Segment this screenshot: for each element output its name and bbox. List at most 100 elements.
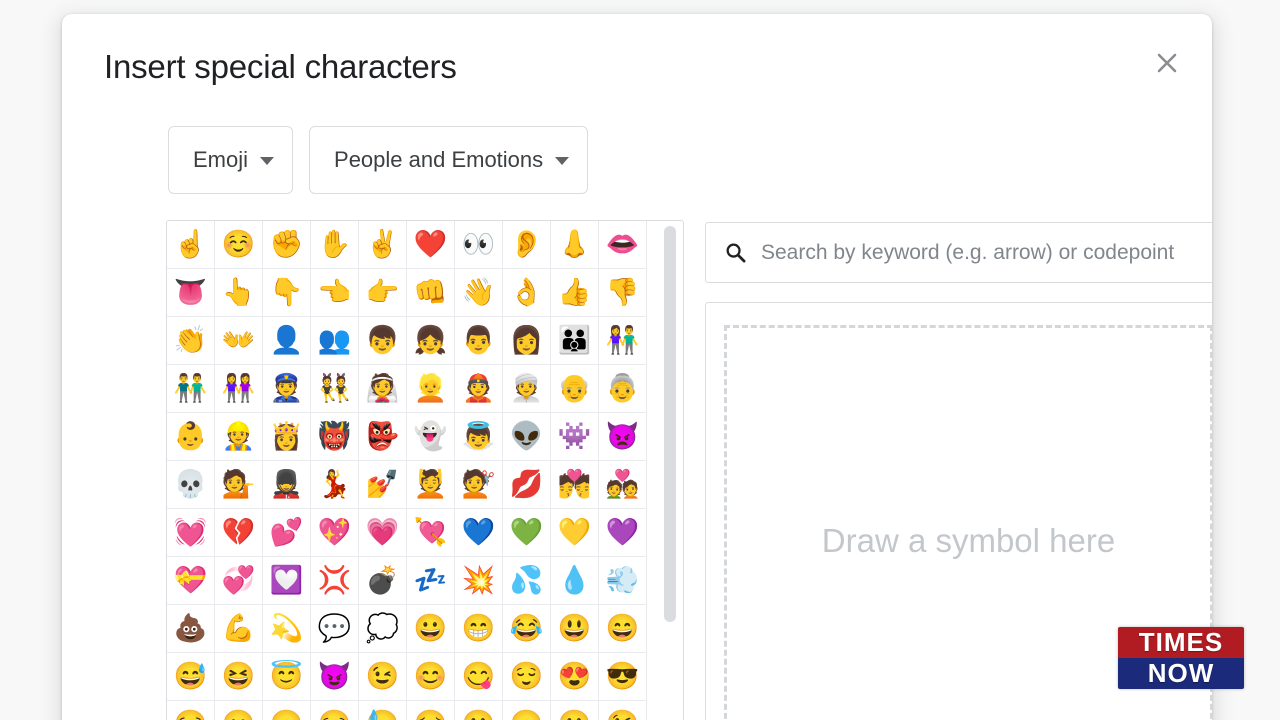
- emoji-cell[interactable]: 👅: [167, 269, 215, 317]
- emoji-cell[interactable]: 👸: [263, 413, 311, 461]
- emoji-cell[interactable]: 👻: [407, 413, 455, 461]
- emoji-cell[interactable]: 💜: [599, 509, 647, 557]
- emoji-cell[interactable]: 💔: [215, 509, 263, 557]
- emoji-cell[interactable]: 👬: [167, 365, 215, 413]
- emoji-cell[interactable]: 😐: [215, 701, 263, 720]
- emoji-cell[interactable]: 😊: [407, 653, 455, 701]
- emoji-cell[interactable]: 👇: [263, 269, 311, 317]
- emoji-cell[interactable]: 💞: [215, 557, 263, 605]
- emoji-cell[interactable]: 💘: [407, 509, 455, 557]
- emoji-cell[interactable]: 👎: [599, 269, 647, 317]
- emoji-cell[interactable]: 😒: [311, 701, 359, 720]
- emoji-cell[interactable]: 👿: [599, 413, 647, 461]
- emoji-cell[interactable]: 😅: [167, 653, 215, 701]
- emoji-cell[interactable]: 😀: [407, 605, 455, 653]
- emoji-cell[interactable]: 😁: [455, 605, 503, 653]
- emoji-cell[interactable]: 💆: [407, 461, 455, 509]
- search-box[interactable]: [705, 222, 1212, 283]
- emoji-cell[interactable]: 💑: [599, 461, 647, 509]
- emoji-cell[interactable]: ✌️: [359, 221, 407, 269]
- search-input[interactable]: [761, 223, 1212, 282]
- emoji-cell[interactable]: 😔: [407, 701, 455, 720]
- emoji-cell[interactable]: 💇: [455, 461, 503, 509]
- emoji-cell[interactable]: 💀: [167, 461, 215, 509]
- emoji-cell[interactable]: 😗: [551, 701, 599, 720]
- emoji-cell[interactable]: 😈: [311, 653, 359, 701]
- emoji-cell[interactable]: 💏: [551, 461, 599, 509]
- emoji-cell[interactable]: 💥: [455, 557, 503, 605]
- emoji-cell[interactable]: 👽: [503, 413, 551, 461]
- emoji-cell[interactable]: 👮: [263, 365, 311, 413]
- emoji-cell[interactable]: 👤: [263, 317, 311, 365]
- emoji-cell[interactable]: 👊: [407, 269, 455, 317]
- emoji-cell[interactable]: 💃: [311, 461, 359, 509]
- emoji-cell[interactable]: 😏: [167, 701, 215, 720]
- emoji-cell[interactable]: 💨: [599, 557, 647, 605]
- emoji-cell[interactable]: 👀: [455, 221, 503, 269]
- emoji-cell[interactable]: 👈: [311, 269, 359, 317]
- emoji-cell[interactable]: 😍: [551, 653, 599, 701]
- emoji-cell[interactable]: 👄: [599, 221, 647, 269]
- emoji-cell[interactable]: 😉: [359, 653, 407, 701]
- emoji-cell[interactable]: 👦: [359, 317, 407, 365]
- emoji-cell[interactable]: 👹: [311, 413, 359, 461]
- emoji-cell[interactable]: 😓: [359, 701, 407, 720]
- emoji-cell[interactable]: 👶: [167, 413, 215, 461]
- emoji-cell[interactable]: 💋: [503, 461, 551, 509]
- emoji-cell[interactable]: 👥: [311, 317, 359, 365]
- emoji-cell[interactable]: 💧: [551, 557, 599, 605]
- emoji-cell[interactable]: 💝: [167, 557, 215, 605]
- emoji-cell[interactable]: 😃: [551, 605, 599, 653]
- emoji-cell[interactable]: 💙: [455, 509, 503, 557]
- emoji-cell[interactable]: 💓: [167, 509, 215, 557]
- emoji-cell[interactable]: ✋: [311, 221, 359, 269]
- emoji-cell[interactable]: 👯: [311, 365, 359, 413]
- emoji-cell[interactable]: 😎: [599, 653, 647, 701]
- emoji-cell[interactable]: 👨: [455, 317, 503, 365]
- emoji-cell[interactable]: 💢: [311, 557, 359, 605]
- emoji-cell[interactable]: 💂: [263, 461, 311, 509]
- emoji-cell[interactable]: 💕: [263, 509, 311, 557]
- close-icon[interactable]: [1144, 40, 1190, 86]
- emoji-cell[interactable]: 👍: [551, 269, 599, 317]
- emoji-cell[interactable]: 😄: [599, 605, 647, 653]
- emoji-cell[interactable]: 💬: [311, 605, 359, 653]
- subcategory-dropdown[interactable]: People and Emotions: [309, 126, 589, 194]
- emoji-cell[interactable]: 👐: [215, 317, 263, 365]
- emoji-cell[interactable]: 💦: [503, 557, 551, 605]
- emoji-cell[interactable]: 😕: [455, 701, 503, 720]
- emoji-cell[interactable]: 👌: [503, 269, 551, 317]
- emoji-cell[interactable]: 👪: [551, 317, 599, 365]
- emoji-cell[interactable]: 💣: [359, 557, 407, 605]
- emoji-cell[interactable]: 👧: [407, 317, 455, 365]
- emoji-cell[interactable]: 😆: [215, 653, 263, 701]
- emoji-cell[interactable]: 👂: [503, 221, 551, 269]
- emoji-cell[interactable]: 😌: [503, 653, 551, 701]
- emoji-cell[interactable]: 💁: [215, 461, 263, 509]
- emoji-cell[interactable]: 😋: [455, 653, 503, 701]
- emoji-cell[interactable]: 💗: [359, 509, 407, 557]
- emoji-cell[interactable]: 😇: [263, 653, 311, 701]
- emoji-cell[interactable]: 👳: [503, 365, 551, 413]
- emoji-cell[interactable]: 👷: [215, 413, 263, 461]
- emoji-cell[interactable]: 👉: [359, 269, 407, 317]
- emoji-cell[interactable]: ☝️: [167, 221, 215, 269]
- category-dropdown[interactable]: Emoji: [168, 126, 294, 194]
- emoji-cell[interactable]: 💩: [167, 605, 215, 653]
- emoji-cell[interactable]: 👏: [167, 317, 215, 365]
- emoji-cell[interactable]: 👱: [407, 365, 455, 413]
- emoji-cell[interactable]: 😑: [263, 701, 311, 720]
- emoji-cell[interactable]: 💅: [359, 461, 407, 509]
- emoji-cell[interactable]: 💭: [359, 605, 407, 653]
- emoji-cell[interactable]: 👋: [455, 269, 503, 317]
- emoji-cell[interactable]: 👆: [215, 269, 263, 317]
- emoji-cell[interactable]: 👰: [359, 365, 407, 413]
- emoji-cell[interactable]: 💪: [215, 605, 263, 653]
- emoji-cell[interactable]: ❤️: [407, 221, 455, 269]
- emoji-cell[interactable]: 👫: [599, 317, 647, 365]
- emoji-cell[interactable]: 👺: [359, 413, 407, 461]
- emoji-cell[interactable]: 👵: [599, 365, 647, 413]
- emoji-cell[interactable]: 💖: [311, 509, 359, 557]
- emoji-cell[interactable]: 💟: [263, 557, 311, 605]
- vertical-scrollbar[interactable]: [663, 225, 677, 720]
